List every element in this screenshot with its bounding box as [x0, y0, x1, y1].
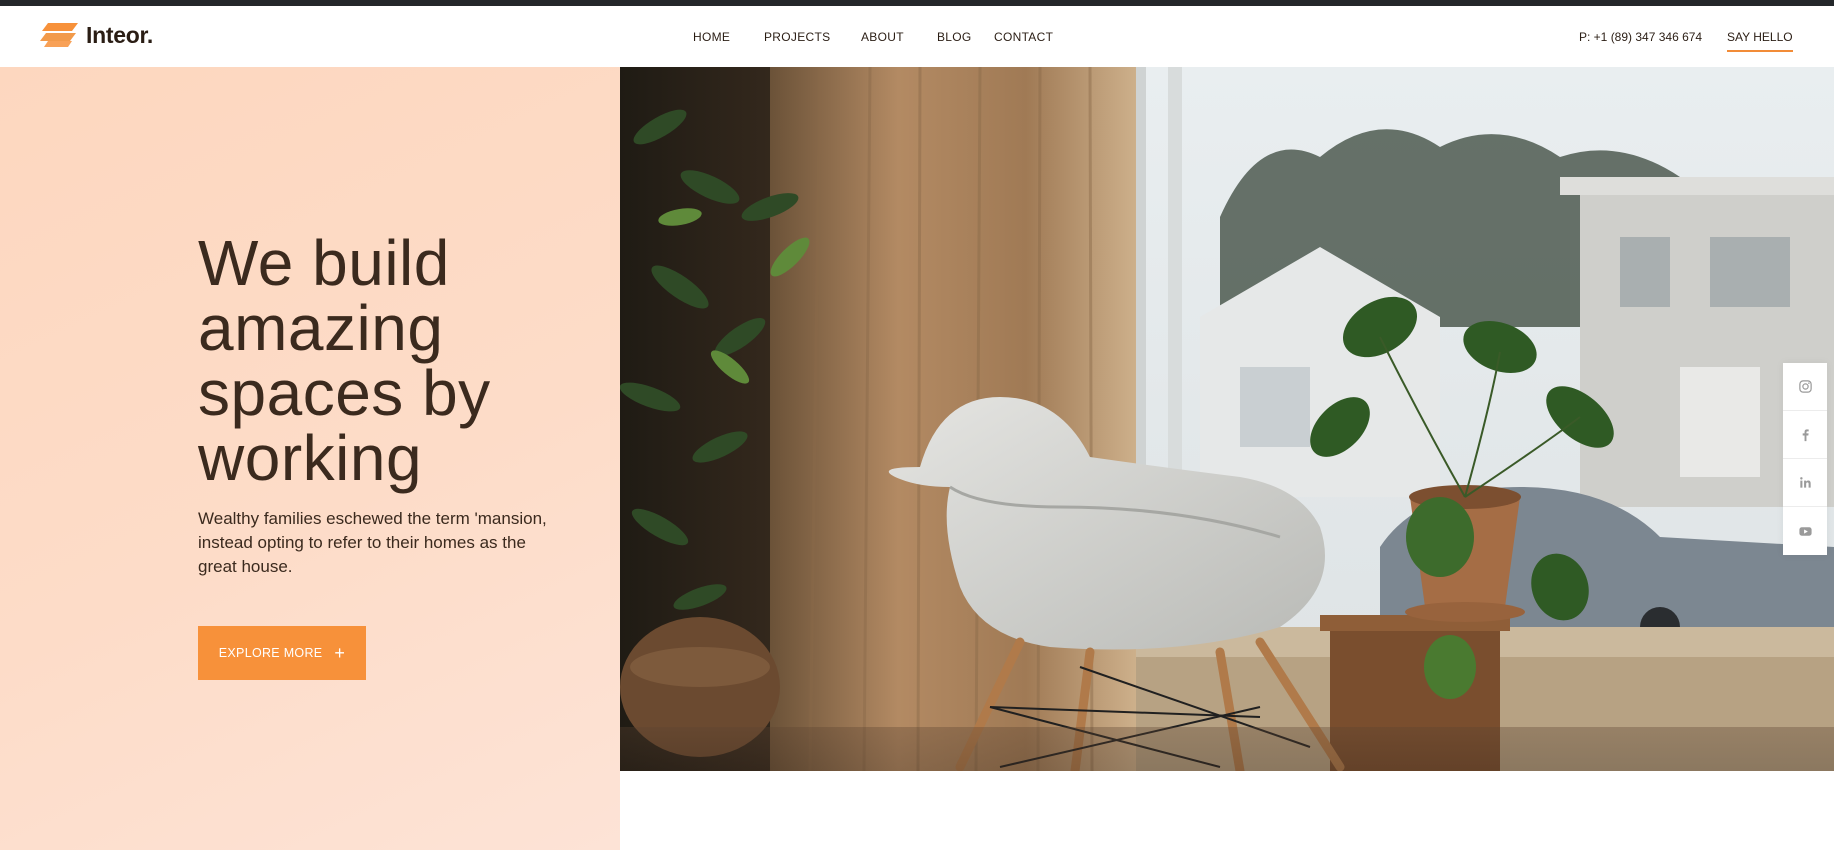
nav-about[interactable]: ABOUT: [861, 30, 904, 44]
hero-illustration: [620, 67, 1834, 771]
instagram-icon: [1798, 380, 1812, 393]
nav-projects[interactable]: PROJECTS: [764, 30, 830, 44]
nav-home[interactable]: HOME: [693, 30, 730, 44]
explore-more-label: EXPLORE MORE: [218, 646, 323, 660]
main-nav: HOME PROJECTS ABOUT BLOG CONTACT: [0, 30, 1834, 50]
instagram-link[interactable]: [1783, 363, 1827, 411]
explore-more-button[interactable]: EXPLORE MORE +: [198, 626, 366, 680]
facebook-icon: [1802, 429, 1809, 442]
nav-blog[interactable]: BLOG: [937, 30, 972, 44]
youtube-link[interactable]: [1783, 507, 1827, 555]
youtube-icon: [1798, 526, 1812, 536]
facebook-link[interactable]: [1783, 411, 1827, 459]
nav-contact[interactable]: CONTACT: [994, 30, 1053, 44]
linkedin-icon: [1799, 477, 1811, 488]
say-hello-link[interactable]: SAY HELLO: [1727, 30, 1793, 52]
hero-title: We build amazing spaces by working: [198, 227, 491, 494]
phone-number: P: +1 (89) 347 346 674: [1579, 30, 1703, 44]
plus-icon: +: [334, 643, 346, 663]
hero-subtitle: Wealthy families eschewed the term 'mans…: [198, 509, 547, 576]
hero-image: [620, 67, 1834, 771]
linkedin-link[interactable]: [1783, 459, 1827, 507]
hero-panel: We build amazing spaces by working Wealt…: [0, 67, 620, 850]
site-header: Inteor. HOME PROJECTS ABOUT BLOG CONTACT…: [0, 6, 1834, 67]
social-sidebar: [1783, 363, 1827, 555]
